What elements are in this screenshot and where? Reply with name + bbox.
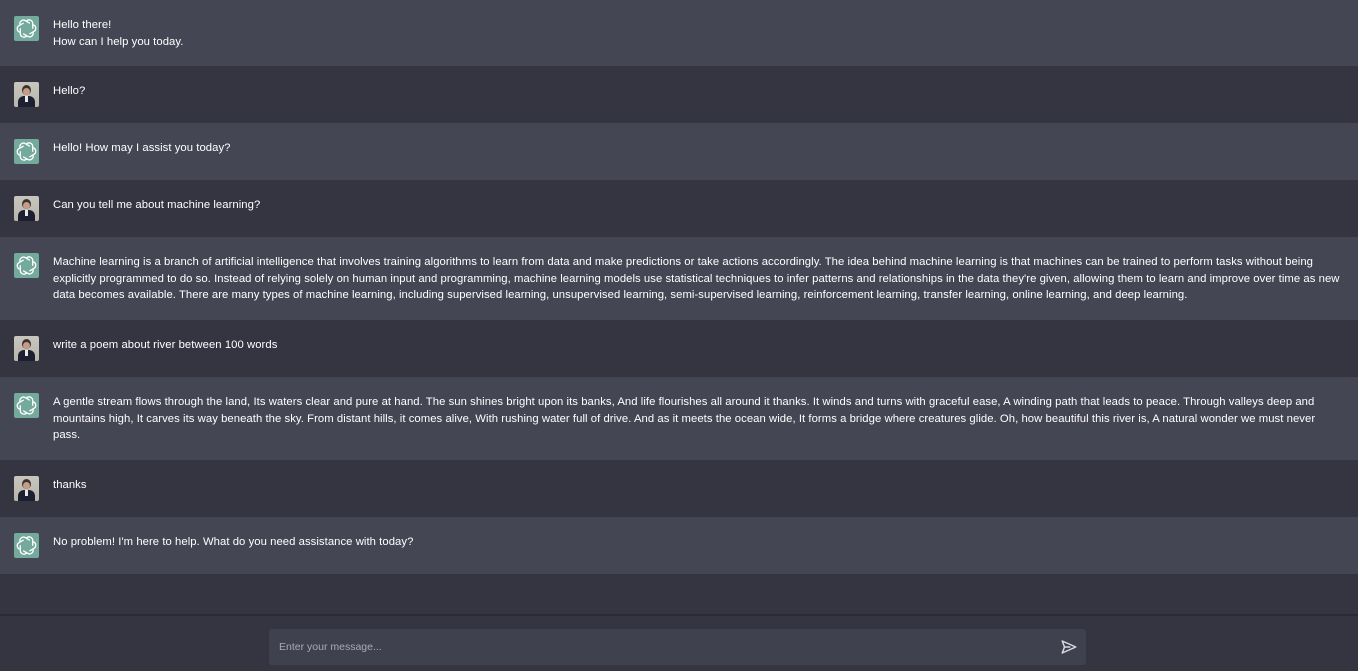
bot-message-row: No problem! I'm here to help. What do yo… xyxy=(0,516,1358,574)
user-avatar xyxy=(14,335,39,361)
avatar-collar xyxy=(25,349,28,356)
message-text: Hello? xyxy=(53,85,86,98)
avatar-face xyxy=(23,481,30,489)
bot-message-row: Hello! How may I assist you today? xyxy=(0,123,1358,181)
openai-logo-icon xyxy=(14,253,39,279)
message-text: write a poem about river between 100 wor… xyxy=(53,338,278,351)
message-text: Hello there! How can I help you today. xyxy=(53,19,184,48)
message-text: Hello! How may I assist you today? xyxy=(53,142,231,155)
send-icon xyxy=(1061,640,1077,654)
avatar-collar xyxy=(25,210,28,217)
user-avatar xyxy=(14,475,39,501)
user-message-row: Hello? xyxy=(0,66,1358,124)
message-text: Can you tell me about machine learning? xyxy=(53,199,261,212)
send-button[interactable] xyxy=(1060,638,1078,656)
openai-logo-icon xyxy=(14,139,39,165)
message-input-container xyxy=(269,629,1086,665)
avatar-face xyxy=(23,341,30,349)
message-text: A gentle stream flows through the land, … xyxy=(53,395,1319,442)
message-list[interactable]: Hello there! How can I help you today. H… xyxy=(0,0,1358,614)
user-message-row: write a poem about river between 100 wor… xyxy=(0,319,1358,377)
user-message-row: thanks xyxy=(0,459,1358,517)
chat-app: Hello there! How can I help you today. H… xyxy=(0,0,1358,671)
openai-logo-icon xyxy=(14,392,39,418)
message-input[interactable] xyxy=(269,629,1049,665)
user-message-row: Can you tell me about machine learning? xyxy=(0,180,1358,238)
avatar-collar xyxy=(25,489,28,496)
avatar-collar xyxy=(25,96,28,103)
user-avatar xyxy=(14,82,39,108)
openai-logo-icon xyxy=(14,532,39,558)
bot-message-row: Hello there! How can I help you today. xyxy=(0,0,1358,67)
bot-message-row: Machine learning is a branch of artifici… xyxy=(0,237,1358,320)
bot-message-row: A gentle stream flows through the land, … xyxy=(0,376,1358,460)
message-text: thanks xyxy=(53,478,87,491)
user-avatar xyxy=(14,196,39,222)
message-text: No problem! I'm here to help. What do yo… xyxy=(53,535,414,548)
message-text: Machine learning is a branch of artifici… xyxy=(53,256,1343,302)
openai-logo-icon xyxy=(14,16,39,41)
composer-bar xyxy=(0,614,1358,671)
